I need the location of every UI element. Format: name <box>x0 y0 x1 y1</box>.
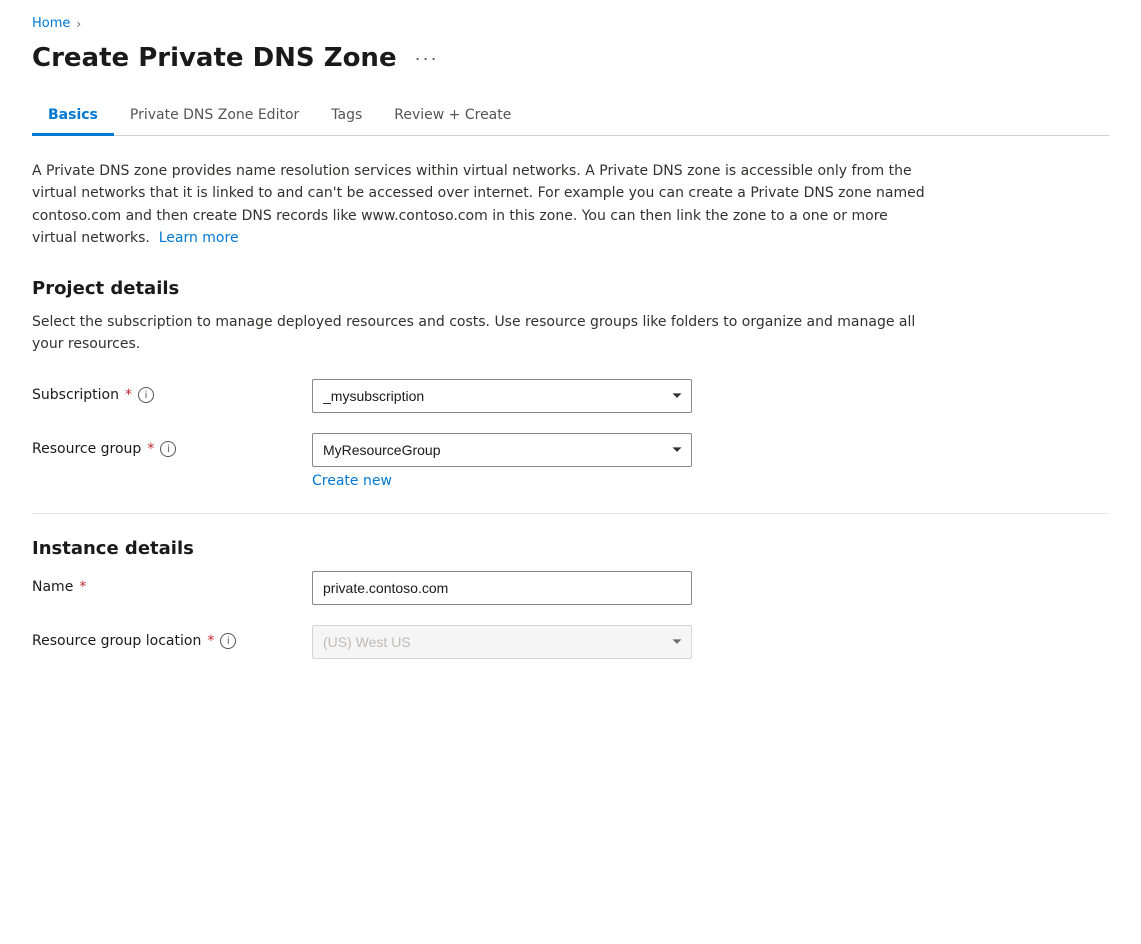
subscription-required: * <box>125 387 132 403</box>
resource-group-dropdown[interactable]: MyResourceGroup <box>312 433 692 467</box>
subscription-label: Subscription * i <box>32 387 272 403</box>
resource-group-required: * <box>147 441 154 457</box>
tab-review-create[interactable]: Review + Create <box>378 97 527 136</box>
instance-details-title: Instance details <box>32 538 1109 559</box>
resource-group-location-label: Resource group location * i <box>32 633 272 649</box>
page-title: Create Private DNS Zone <box>32 43 397 73</box>
name-control-col <box>312 571 692 605</box>
breadcrumb: Home › <box>32 16 1109 31</box>
breadcrumb-separator: › <box>76 17 81 31</box>
resource-group-form-row: Resource group * i MyResourceGroup Creat… <box>32 433 1109 489</box>
subscription-dropdown[interactable]: _mysubscription <box>312 379 692 413</box>
resource-group-location-label-col: Resource group location * i <box>32 625 272 649</box>
resource-group-label: Resource group * i <box>32 441 272 457</box>
description-text: A Private DNS zone provides name resolut… <box>32 160 932 250</box>
project-details-description: Select the subscription to manage deploy… <box>32 311 932 356</box>
name-label-col: Name * <box>32 571 272 595</box>
subscription-control-col: _mysubscription <box>312 379 692 413</box>
tab-private-dns-zone-editor[interactable]: Private DNS Zone Editor <box>114 97 315 136</box>
tab-basics[interactable]: Basics <box>32 97 114 136</box>
name-input[interactable] <box>312 571 692 605</box>
subscription-info-icon[interactable]: i <box>138 387 154 403</box>
tabs-container: Basics Private DNS Zone Editor Tags Revi… <box>32 97 1109 136</box>
name-required: * <box>79 579 86 595</box>
create-new-link[interactable]: Create new <box>312 473 392 489</box>
name-form-row: Name * <box>32 571 1109 605</box>
resource-group-info-icon[interactable]: i <box>160 441 176 457</box>
resource-group-location-info-icon[interactable]: i <box>220 633 236 649</box>
name-label: Name * <box>32 579 272 595</box>
resource-group-location-form-row: Resource group location * i (US) West US <box>32 625 1109 659</box>
resource-group-label-col: Resource group * i <box>32 433 272 457</box>
resource-group-location-control-col: (US) West US <box>312 625 692 659</box>
resource-group-location-dropdown[interactable]: (US) West US <box>312 625 692 659</box>
project-details-title: Project details <box>32 278 1109 299</box>
page-container: Home › Create Private DNS Zone ··· Basic… <box>0 0 1141 711</box>
resource-group-control-col: MyResourceGroup Create new <box>312 433 692 489</box>
page-title-row: Create Private DNS Zone ··· <box>32 43 1109 73</box>
subscription-form-row: Subscription * i _mysubscription <box>32 379 1109 413</box>
instance-details-section: Instance details Name * Resource group l… <box>32 538 1109 659</box>
resource-group-location-required: * <box>207 633 214 649</box>
project-details-section: Project details Select the subscription … <box>32 278 1109 490</box>
tab-tags[interactable]: Tags <box>315 97 378 136</box>
ellipsis-button[interactable]: ··· <box>409 46 445 71</box>
description-section: A Private DNS zone provides name resolut… <box>32 160 932 250</box>
section-divider <box>32 513 1109 514</box>
learn-more-link[interactable]: Learn more <box>159 230 239 246</box>
breadcrumb-home-link[interactable]: Home <box>32 16 70 31</box>
subscription-label-col: Subscription * i <box>32 379 272 403</box>
